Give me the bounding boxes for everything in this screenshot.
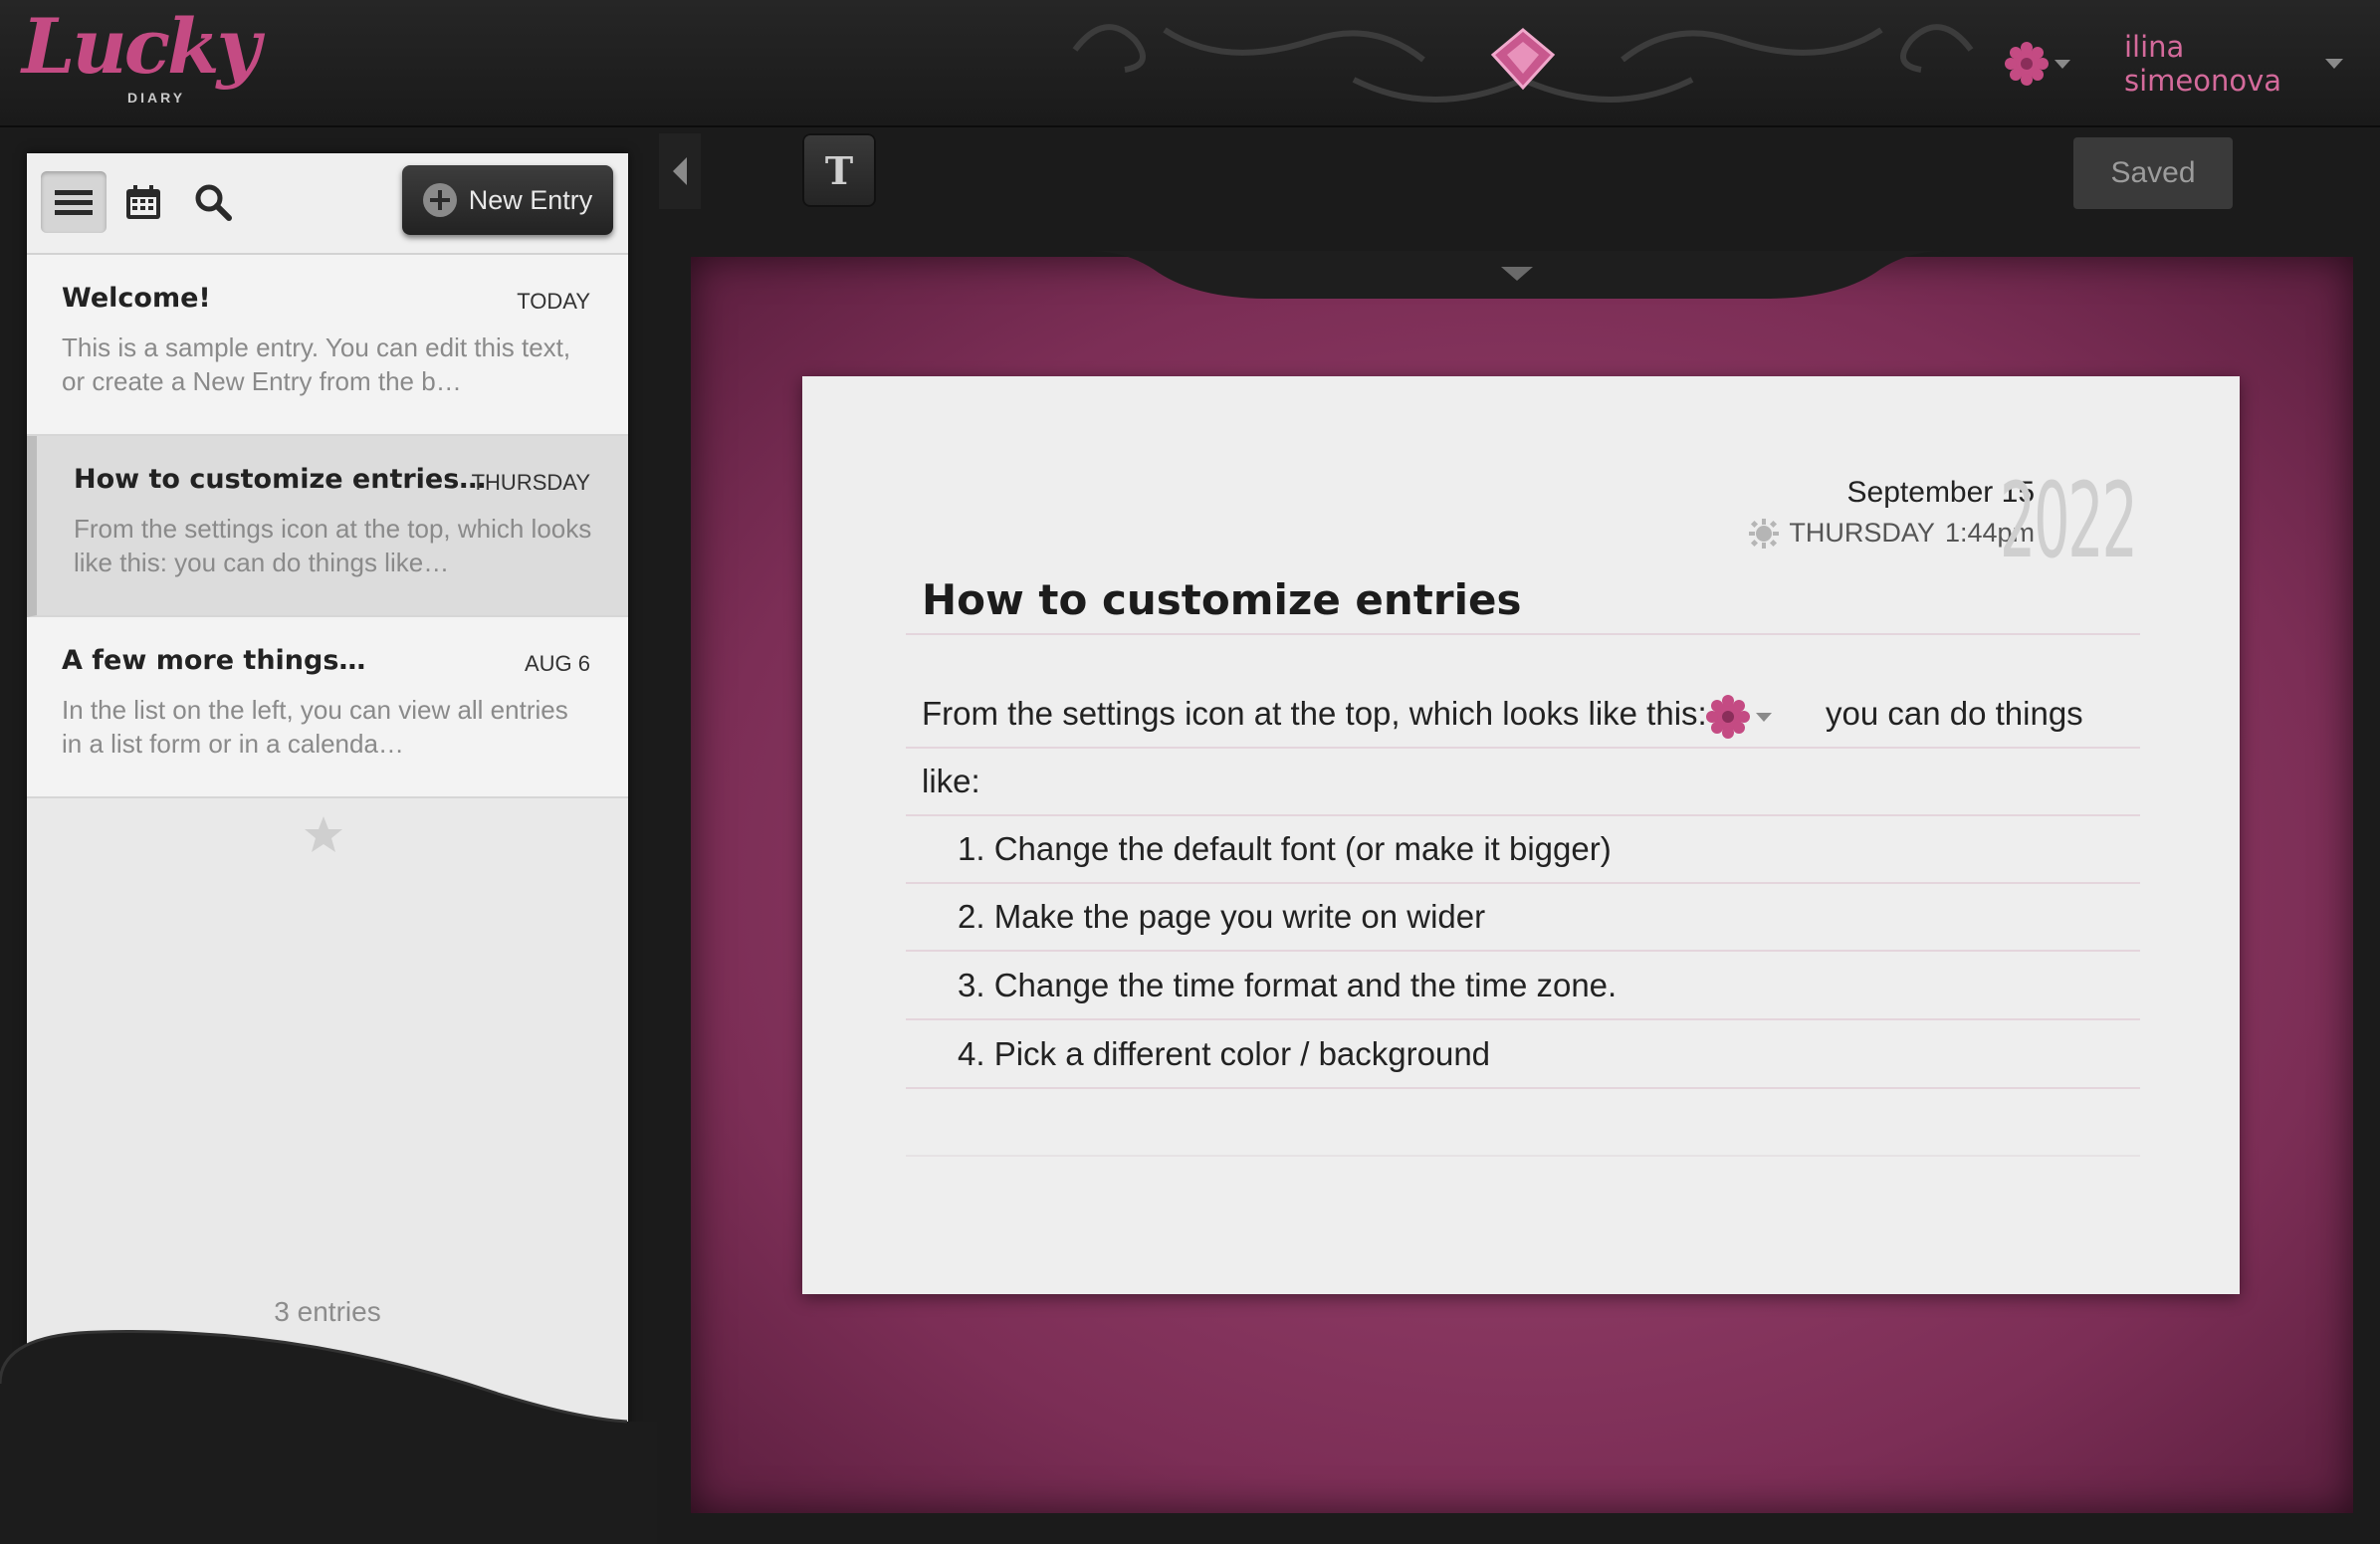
- ruled-line: [906, 1018, 2140, 1020]
- ruled-line: [906, 747, 2140, 749]
- entry-title: How to customize entries…: [74, 464, 487, 495]
- entry-list-item-selected[interactable]: How to customize entries… THURSDAY From …: [27, 436, 628, 617]
- list-item[interactable]: 2. Make the page you write on wider: [958, 898, 1485, 936]
- text-format-button[interactable]: T: [802, 133, 876, 207]
- entry-title: A few more things…: [62, 645, 366, 676]
- logo-text: Lucky: [22, 2, 261, 91]
- ruled-line: [906, 633, 2140, 635]
- entry-list-item[interactable]: Welcome! TODAY This is a sample entry. Y…: [27, 255, 628, 436]
- calendar-view-button[interactable]: [110, 171, 176, 233]
- entry-list-item[interactable]: A few more things… AUG 6 In the list on …: [27, 617, 628, 798]
- entry-page[interactable]: September 15 THURSDAY 1:44pm 2022 How to…: [802, 376, 2240, 1294]
- list-item[interactable]: 1. Change the default font (or make it b…: [958, 830, 1612, 868]
- entry-title: Welcome!: [62, 283, 211, 314]
- entry-snippet: In the list on the left, you can view al…: [62, 695, 568, 759]
- gear-icon: [1706, 695, 1772, 739]
- gear-icon: [2005, 42, 2070, 86]
- sidebar-toolbar: New Entry: [27, 153, 628, 255]
- entries-count: 3 entries: [274, 1296, 381, 1327]
- entry-body-text[interactable]: you can do things: [1826, 695, 2083, 733]
- entry-date: TODAY: [517, 289, 590, 314]
- ruled-line: [906, 882, 2140, 884]
- search-icon: [195, 184, 232, 221]
- entry-body-text[interactable]: like:: [922, 763, 980, 800]
- entry-day-time: THURSDAY 1:44pm: [1749, 518, 2035, 549]
- settings-menu-button[interactable]: [2005, 42, 2074, 86]
- entry-body-text[interactable]: From the settings icon at the top, which…: [922, 695, 1707, 733]
- user-name: ilina simeonova: [2124, 30, 2282, 98]
- entry-date: AUG 6: [524, 651, 590, 676]
- sidebar-footer: [0, 1330, 657, 1544]
- ruled-line: [906, 950, 2140, 952]
- sun-icon: [1749, 518, 1780, 549]
- entry-snippet: This is a sample entry. You can edit thi…: [62, 332, 571, 396]
- list-item[interactable]: 4. Pick a different color / background: [958, 1035, 1490, 1073]
- collapse-sidebar-button[interactable]: [659, 133, 701, 209]
- entry-date: THURSDAY: [471, 470, 590, 495]
- calendar-icon: [126, 185, 160, 219]
- new-entry-button[interactable]: New Entry: [402, 165, 613, 235]
- entry-title-field[interactable]: How to customize entries: [922, 575, 1521, 624]
- list-view-button[interactable]: [41, 171, 107, 233]
- search-button[interactable]: [180, 171, 246, 233]
- logo-subtext: DIARY: [127, 90, 186, 106]
- lucky-diary-logo[interactable]: Lucky DIARY: [22, 2, 261, 111]
- entry-weekday: THURSDAY: [1789, 518, 1935, 548]
- star-icon: [305, 816, 342, 852]
- ruled-line: [906, 1087, 2140, 1089]
- top-bar: Lucky DIARY ilina simeonova: [0, 0, 2380, 127]
- plus-circle-icon: [422, 183, 457, 217]
- chevron-down-icon: [2325, 59, 2343, 69]
- entry-year: 2022: [2000, 460, 2138, 581]
- header-ornament-icon: [1072, 24, 1974, 103]
- options-pull-tab[interactable]: [1089, 251, 1945, 303]
- user-menu[interactable]: ilina simeonova: [2124, 30, 2343, 98]
- new-entry-label: New Entry: [468, 184, 593, 215]
- saved-status-button: Saved: [2073, 137, 2233, 209]
- ruled-line: [906, 814, 2140, 816]
- ruled-line: [906, 1155, 2140, 1157]
- entry-snippet: From the settings icon at the top, which…: [74, 514, 592, 577]
- list-icon: [55, 190, 93, 215]
- list-item[interactable]: 3. Change the time format and the time z…: [958, 967, 1617, 1004]
